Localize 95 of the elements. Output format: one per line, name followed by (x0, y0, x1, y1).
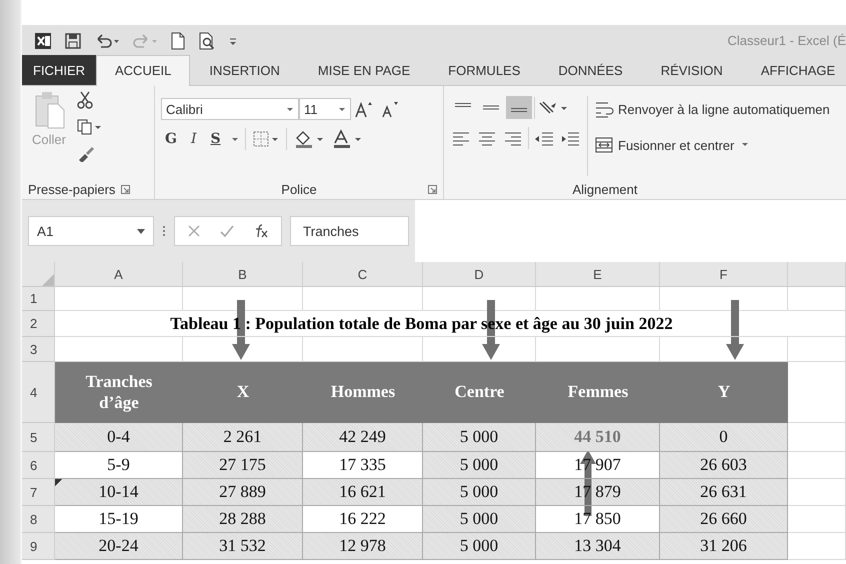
column-heading: Hommes (303, 362, 423, 423)
table-cell: 17 879 (536, 479, 660, 506)
table-cell: 12 978 (303, 533, 423, 560)
row-header[interactable]: 7 (22, 479, 55, 506)
scissors-icon[interactable] (76, 90, 94, 110)
row-header[interactable]: 9 (22, 533, 55, 560)
column-heading: Femmes (536, 362, 660, 423)
table-cell: 17 850 (536, 506, 660, 533)
table-cell: 20-24 (55, 533, 183, 560)
table-cell: 17 335 (303, 452, 423, 479)
save-icon[interactable] (64, 32, 82, 50)
file-tab[interactable]: FICHIER (22, 55, 96, 85)
table-cell: 31 206 (660, 533, 788, 560)
column-header[interactable]: E (536, 262, 660, 287)
ribbon-tab[interactable]: ACCUEIL (96, 55, 190, 86)
excel-logo-icon[interactable] (34, 32, 52, 50)
copy-icon[interactable] (76, 118, 102, 136)
ribbon-tab[interactable]: RÉVISION (642, 55, 742, 85)
row-header[interactable]: 2 (22, 311, 55, 337)
dialog-launcher-icon[interactable] (428, 184, 437, 194)
group-label: Police (281, 182, 317, 196)
dialog-launcher-icon[interactable] (121, 184, 130, 194)
font-name-dropdown[interactable]: Calibri (161, 98, 299, 120)
table-cell: 26 603 (660, 452, 788, 479)
column-header[interactable]: C (303, 262, 423, 287)
merge-cells-icon (594, 136, 614, 154)
table-cell: 0-4 (55, 423, 183, 452)
table-cell: 27 889 (183, 479, 303, 506)
table-cell: 5 000 (423, 533, 536, 560)
wrap-text-button[interactable]: Renvoyer à la ligne automatiquemen (594, 100, 830, 118)
caret-icon[interactable] (230, 136, 239, 142)
table-cell: 5 000 (423, 479, 536, 506)
ribbon-tab[interactable]: DONNÉES (539, 55, 642, 85)
column-heading: Tranches d’âge (55, 362, 183, 423)
formula-input[interactable]: Tranches (290, 216, 409, 246)
table-cell: 27 175 (183, 452, 303, 479)
ribbon-tab[interactable]: AFFICHAGE (742, 55, 846, 85)
column-header[interactable]: A (55, 262, 183, 287)
insert-function-icon[interactable] (253, 224, 269, 238)
caret-icon (137, 228, 145, 234)
row-header[interactable]: 6 (22, 452, 55, 479)
column-heading: X (183, 362, 303, 423)
align-lines-icon (483, 103, 499, 112)
table-cell: 26 660 (660, 506, 788, 533)
table-cell: 31 532 (183, 533, 303, 560)
table-cell: 44 510 (536, 423, 660, 452)
table-cell: 5-9 (55, 452, 183, 479)
table-cell: 28 288 (183, 506, 303, 533)
table-cell: 2 261 (183, 423, 303, 452)
underline-button[interactable]: S (206, 131, 225, 147)
ribbon-tab[interactable]: INSERTION (190, 55, 299, 85)
table-cell: 13 304 (536, 533, 660, 560)
empty-cell (788, 337, 846, 362)
row-header[interactable]: 1 (22, 287, 55, 311)
table-cell: 5 000 (423, 506, 536, 533)
table-cell: 5 000 (423, 452, 536, 479)
table-cell: 0 (660, 423, 788, 452)
caret-icon (338, 106, 346, 112)
empty-cell (788, 287, 846, 311)
enter-check-icon[interactable] (219, 224, 235, 238)
table-cell: 5 000 (423, 423, 536, 452)
column-heading: Y (660, 362, 788, 423)
wrap-text-icon (594, 100, 614, 118)
new-document-icon[interactable] (170, 32, 186, 50)
caret-icon (286, 106, 294, 112)
window-title: Classeur1 - Excel (É (728, 33, 846, 48)
more-options-icon[interactable] (162, 225, 166, 237)
row-header[interactable]: 3 (22, 337, 55, 362)
column-header[interactable]: D (423, 262, 536, 287)
ribbon-tab[interactable]: FORMULES (429, 55, 540, 85)
row-header[interactable]: 8 (22, 506, 55, 533)
italic-button[interactable]: I (186, 131, 200, 147)
group-label: Alignement (572, 182, 638, 196)
empty-cell (788, 311, 846, 337)
row-header[interactable]: 4 (22, 362, 55, 423)
ribbon-tab[interactable]: MISE EN PAGE (298, 55, 430, 85)
table-cell: 42 249 (303, 423, 423, 452)
group-label: Presse-papiers (28, 182, 116, 196)
table-cell: 15-19 (55, 506, 183, 533)
bold-button[interactable]: G (161, 131, 181, 147)
merge-center-button[interactable]: Fusionner et centrer (594, 136, 830, 154)
empty-cell (788, 362, 846, 423)
column-heading: Centre (423, 362, 536, 423)
table-cell: 16 222 (303, 506, 423, 533)
column-header[interactable]: F (660, 262, 788, 287)
table-cell: 26 631 (660, 479, 788, 506)
borders-icon[interactable] (252, 130, 280, 148)
font-size-dropdown[interactable]: 11 (299, 98, 351, 120)
column-header[interactable]: B (183, 262, 303, 287)
table-cell: 16 621 (303, 479, 423, 506)
row-header[interactable]: 5 (22, 423, 55, 452)
table-cell: 10-14 (55, 479, 183, 506)
print-preview-icon[interactable] (198, 32, 216, 50)
name-box[interactable]: A1 (28, 216, 154, 246)
align-bottom-button[interactable] (506, 96, 532, 119)
